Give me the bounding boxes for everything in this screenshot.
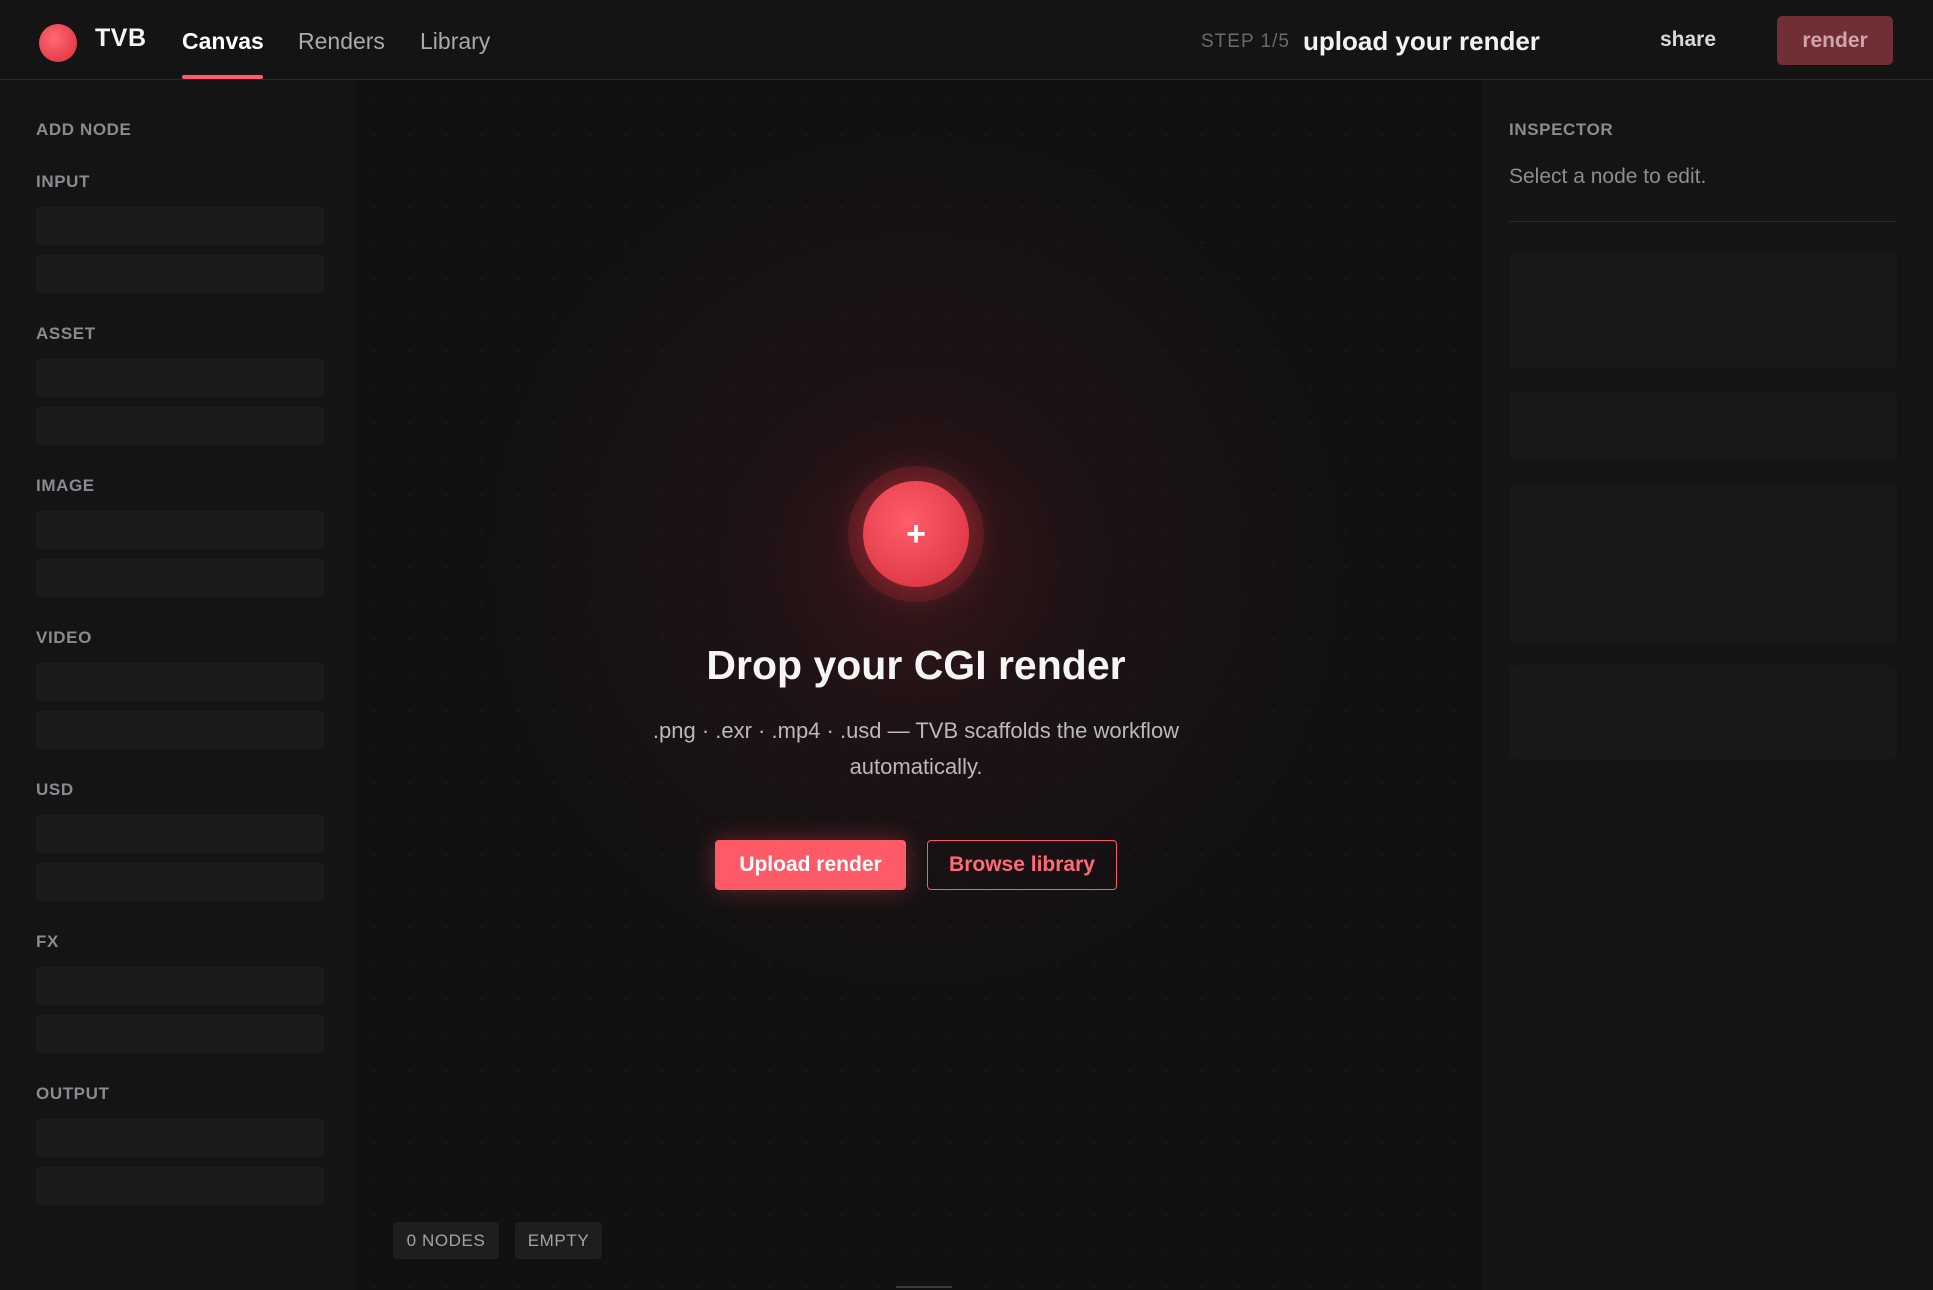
node-slot[interactable] — [36, 863, 324, 901]
node-count-badge: 0 NODES — [393, 1222, 499, 1259]
share-button[interactable]: share — [1660, 28, 1716, 52]
inspector-placeholder — [1509, 251, 1897, 369]
drop-title: Drop your CGI render — [706, 642, 1126, 688]
tab-canvas[interactable]: Canvas — [182, 28, 264, 55]
node-slot[interactable] — [36, 711, 324, 749]
node-slot[interactable] — [36, 559, 324, 597]
drop-subtitle: .png · .exr · .mp4 · .usd — TVB scaffold… — [652, 718, 1180, 779]
node-slot[interactable] — [36, 663, 324, 701]
scroll-indicator — [896, 1286, 952, 1288]
brand-name: TVB — [95, 24, 147, 52]
inspector-hint: Select a node to edit. — [1509, 165, 1707, 188]
inspector-placeholder — [1509, 483, 1897, 643]
inspector-placeholder — [1509, 391, 1897, 461]
tab-renders[interactable]: Renders — [298, 28, 385, 55]
step-title: upload your render — [1303, 26, 1540, 56]
node-canvas[interactable]: + Drop your CGI render .png · .exr · .mp… — [356, 81, 1482, 1290]
step-indicator: STEP 1/5 — [1201, 31, 1290, 52]
node-slot[interactable] — [36, 815, 324, 853]
active-tab-indicator — [182, 75, 263, 79]
add-node-panel: ADD NODE INPUT ASSET IMAGE VIDEO USD FX … — [0, 81, 356, 1290]
node-slot[interactable] — [36, 967, 324, 1005]
group-label-video: VIDEO — [36, 628, 92, 647]
inspector-panel: INSPECTOR Select a node to edit. — [1482, 81, 1933, 1290]
group-label-usd: USD — [36, 780, 74, 799]
group-label-output: OUTPUT — [36, 1084, 110, 1103]
top-bar: TVB Canvas Renders Library STEP 1/5 uplo… — [0, 0, 1933, 80]
canvas-state-badge: EMPTY — [515, 1222, 602, 1259]
group-label-image: IMAGE — [36, 476, 95, 495]
panel-title: ADD NODE — [36, 120, 132, 139]
node-slot[interactable] — [36, 359, 324, 397]
group-label-asset: ASSET — [36, 324, 96, 343]
divider — [1509, 221, 1897, 222]
node-slot[interactable] — [36, 511, 324, 549]
node-slot[interactable] — [36, 407, 324, 445]
browse-library-button[interactable]: Browse library — [927, 840, 1117, 890]
inspector-title: INSPECTOR — [1509, 120, 1614, 139]
node-slot[interactable] — [36, 1119, 324, 1157]
group-label-input: INPUT — [36, 172, 90, 191]
group-label-fx: FX — [36, 932, 59, 951]
tab-library[interactable]: Library — [420, 28, 490, 55]
node-slot[interactable] — [36, 255, 324, 293]
render-button[interactable]: render — [1777, 16, 1893, 65]
upload-render-button[interactable]: Upload render — [715, 840, 906, 890]
plus-icon[interactable]: + — [863, 481, 969, 587]
node-slot[interactable] — [36, 207, 324, 245]
node-slot[interactable] — [36, 1167, 324, 1205]
node-slot[interactable] — [36, 1015, 324, 1053]
inspector-placeholder — [1509, 665, 1897, 759]
logo-icon — [39, 24, 77, 62]
